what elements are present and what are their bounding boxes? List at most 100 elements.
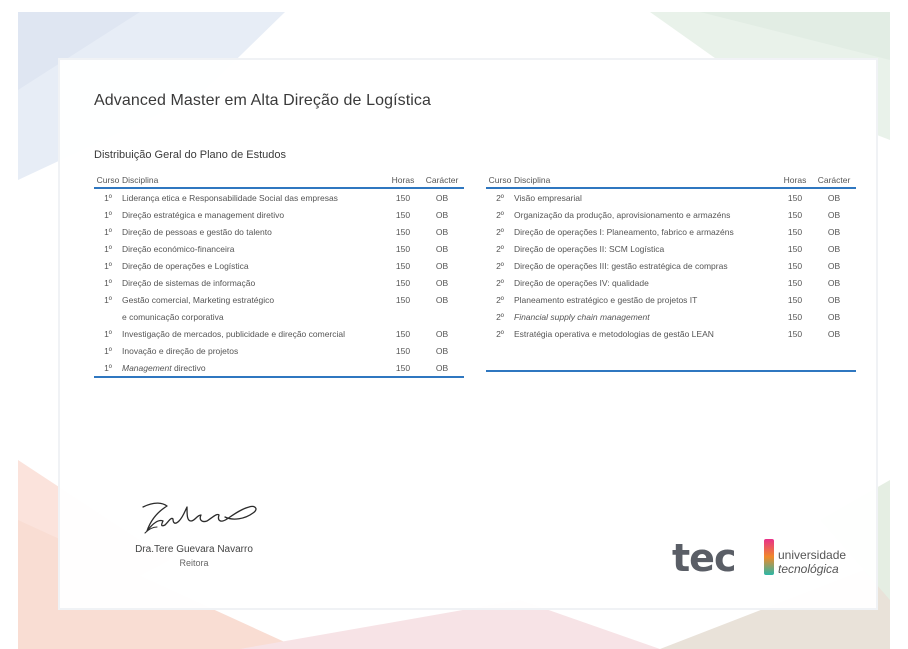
header-curso: Curso: [486, 172, 514, 189]
table-row: 1º Gestão comercial, Marketing estratégi…: [94, 291, 464, 308]
logo-line-1: universidade: [778, 548, 847, 562]
cell-horas: 150: [386, 359, 420, 378]
table-row: 1º Investigação de mercados, publicidade…: [94, 325, 464, 342]
cell-caracter: OB: [827, 209, 841, 220]
cell-horas: 150: [787, 328, 803, 339]
cell-disciplina: Direção de operações IV: qualidade: [514, 277, 649, 288]
cell-disciplina: Direção estratégica e management diretiv…: [122, 209, 285, 220]
cell-caracter: OB: [435, 294, 449, 305]
table-row: 2º Visão empresarial 150 OB: [486, 188, 856, 206]
logo-line-2: tecnológica: [778, 562, 839, 576]
cell-disciplina: e comunicação corporativa: [122, 311, 224, 322]
table-row: 1º Direção de operações e Logística 150 …: [94, 257, 464, 274]
cell-curso: 2º: [496, 243, 504, 254]
signatory-name: Dra.Tere Guevara Navarro: [135, 544, 253, 555]
cell-curso: 2º: [496, 311, 504, 322]
cell-caracter: OB: [435, 260, 449, 271]
cell-horas: 150: [787, 226, 803, 237]
table-row: 2º Financial supply chain management 150…: [486, 308, 856, 325]
cell-curso: 2º: [496, 294, 504, 305]
cell-curso: 2º: [496, 260, 504, 271]
cell-caracter: OB: [827, 311, 841, 322]
header-horas: Horas: [778, 172, 812, 189]
cell-disciplina: Direção de pessoas e gestão do talento: [122, 226, 272, 237]
cell-disciplina: Estratégia operativa e metodologias de g…: [514, 328, 714, 339]
cell-disciplina: Direção de operações II: SCM Logística: [514, 243, 665, 254]
cell-horas: 150: [395, 243, 411, 254]
table-row: 1º Direção económico-financeira 150 OB: [94, 240, 464, 257]
cell-curso: 1º: [104, 226, 112, 237]
cell-disciplina-rest: directivo: [171, 362, 206, 373]
table-row: 1º Direção de sistemas de informação 150…: [94, 274, 464, 291]
cell-disciplina: Financial supply chain management: [514, 311, 650, 322]
cell-caracter: OB: [827, 260, 841, 271]
cell-disciplina: Direção de operações e Logística: [122, 260, 249, 271]
cell-caracter: OB: [827, 294, 841, 305]
cell-horas: 150: [395, 328, 411, 339]
cell-caracter: OB: [435, 192, 449, 203]
table-row: 1º Direção estratégica e management dire…: [94, 206, 464, 223]
cell-horas: 150: [787, 277, 803, 288]
table-row: 2º Direção de operações IV: qualidade 15…: [486, 274, 856, 291]
cell-caracter: OB: [827, 226, 841, 237]
table-row: 2º Direção de operações II: SCM Logístic…: [486, 240, 856, 257]
cell-disciplina: Direção económico-financeira: [122, 243, 235, 254]
cell-disciplina: Planeamento estratégico e gestão de proj…: [514, 294, 698, 305]
cell-horas: [386, 308, 420, 325]
cell-curso: 1º: [104, 243, 112, 254]
cell-curso: 1º: [104, 345, 112, 356]
cell-caracter: OB: [435, 243, 449, 254]
table-header-row: Curso Disciplina Horas Carácter: [486, 172, 856, 189]
cell-caracter: OB: [435, 328, 449, 339]
cell-caracter: OB: [827, 192, 841, 203]
cell-curso: 1º: [104, 328, 112, 339]
cell-caracter: OB: [420, 359, 464, 378]
cell-curso: [94, 308, 122, 325]
cell-caracter: OB: [435, 209, 449, 220]
header-curso: Curso: [94, 172, 122, 189]
cell-curso: 2º: [496, 277, 504, 288]
table-filler-row: [486, 342, 856, 372]
cell-horas: 150: [395, 226, 411, 237]
study-plan-table-year-1: Curso Disciplina Horas Carácter 1º Lider…: [94, 172, 464, 378]
cell-horas: 150: [787, 209, 803, 220]
table-row: 2º Organização da produção, aprovisionam…: [486, 206, 856, 223]
cell-disciplina: Direção de operações I: Planeamento, fab…: [514, 226, 734, 237]
cell-caracter: [420, 308, 464, 325]
header-caracter: Carácter: [812, 172, 856, 189]
table-row: 1º Management directivo 150 OB: [94, 359, 464, 378]
cell-horas: 150: [395, 277, 411, 288]
signatory-role: Reitora: [179, 558, 209, 568]
cell-disciplina: Inovação e direção de projetos: [122, 345, 239, 356]
cell-horas: 150: [395, 294, 411, 305]
logo-wordmark: tec: [672, 536, 736, 580]
cell-curso: 2º: [496, 226, 504, 237]
table-row: 1º Inovação e direção de projetos 150 OB: [94, 342, 464, 359]
table-row: 1º Liderança etica e Responsabilidade So…: [94, 188, 464, 206]
cell-horas: 150: [787, 294, 803, 305]
cell-curso: 1º: [94, 359, 122, 378]
table-row: e comunicação corporativa: [94, 308, 464, 325]
header-disciplina: Disciplina: [122, 172, 386, 189]
cell-caracter: OB: [827, 277, 841, 288]
cell-curso: 2º: [496, 192, 504, 203]
cell-disciplina: Direção de operações III: gestão estraté…: [514, 260, 728, 271]
cell-horas: 150: [787, 243, 803, 254]
cell-disciplina: Direção de sistemas de informação: [122, 277, 256, 288]
cell-caracter: OB: [435, 345, 449, 356]
header-disciplina: Disciplina: [514, 172, 778, 189]
table-header-row: Curso Disciplina Horas Carácter: [94, 172, 464, 189]
cell-curso: 2º: [496, 328, 504, 339]
handwritten-signature: [142, 502, 257, 534]
cell-horas: 150: [395, 192, 411, 203]
cell-curso: 2º: [496, 209, 504, 220]
study-plan-table-year-2: Curso Disciplina Horas Carácter 2º Visão…: [486, 172, 856, 372]
cell-horas: 150: [395, 345, 411, 356]
cell-curso: 1º: [104, 260, 112, 271]
cell-caracter: OB: [435, 277, 449, 288]
header-horas: Horas: [386, 172, 420, 189]
cell-disciplina-italic: Management: [122, 362, 172, 373]
header-caracter: Carácter: [420, 172, 464, 189]
cell-horas: 150: [395, 209, 411, 220]
cell-curso: 1º: [104, 277, 112, 288]
